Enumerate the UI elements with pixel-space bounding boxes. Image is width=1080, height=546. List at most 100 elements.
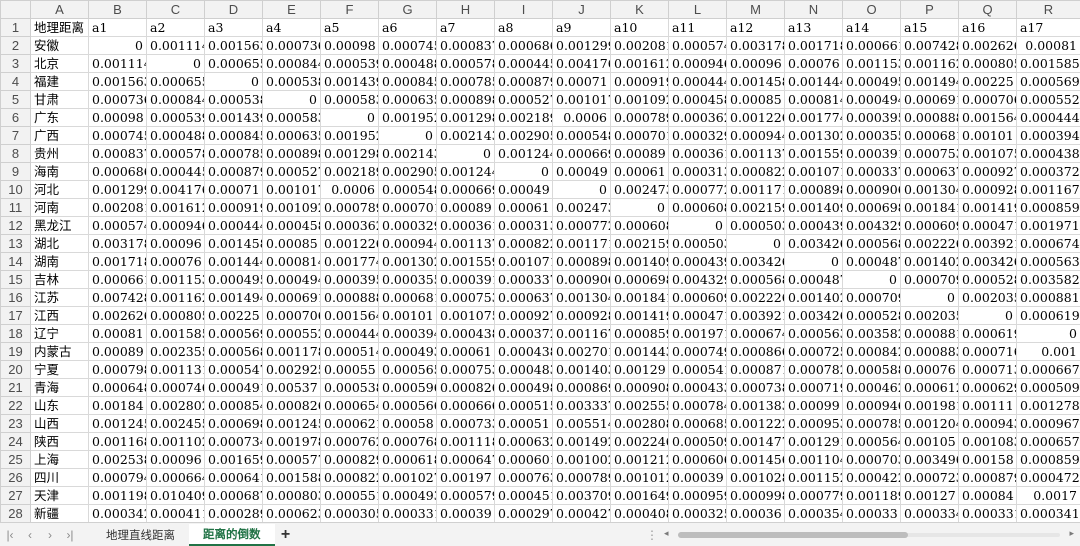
table-cell[interactable]: 0.000334 — [901, 505, 959, 523]
table-cell[interactable]: 0.007428 — [901, 37, 959, 55]
table-cell[interactable]: 0.000753 — [437, 289, 495, 307]
table-cell[interactable]: 0.000944 — [379, 235, 437, 253]
table-cell[interactable]: 0.000881 — [1017, 289, 1080, 307]
table-cell[interactable]: 0.004176 — [553, 55, 611, 73]
table-cell[interactable]: 0.000361 — [669, 145, 727, 163]
table-cell[interactable]: 河北 — [31, 181, 89, 199]
table-cell[interactable]: 0.003582 — [843, 325, 901, 343]
table-cell[interactable]: 0.000654 — [321, 397, 379, 415]
table-cell[interactable]: 0.000609 — [901, 217, 959, 235]
table-cell[interactable]: 0.000927 — [959, 163, 1017, 181]
table-cell[interactable]: 0.000538 — [205, 91, 263, 109]
scrollbar-thumb[interactable] — [678, 532, 908, 538]
table-cell[interactable]: 0.000355 — [843, 127, 901, 145]
table-cell[interactable]: 0.000826 — [437, 379, 495, 397]
row-header[interactable]: 6 — [1, 109, 31, 127]
table-cell[interactable]: 0.001298 — [321, 145, 379, 163]
table-cell[interactable]: 0.001302 — [785, 127, 843, 145]
table-cell[interactable]: 0.000583 — [321, 91, 379, 109]
table-cell[interactable]: 0.001952 — [321, 127, 379, 145]
table-cell[interactable]: 0.001971 — [1017, 217, 1080, 235]
table-cell[interactable]: 0.00225 — [205, 307, 263, 325]
table-cell[interactable]: 湖北 — [31, 235, 89, 253]
row-header[interactable]: 5 — [1, 91, 31, 109]
table-cell[interactable]: 0.001718 — [785, 37, 843, 55]
table-cell[interactable]: 0.00076 — [785, 55, 843, 73]
table-cell[interactable]: 0.010409 — [147, 487, 205, 505]
table-cell[interactable]: 0.000779 — [785, 487, 843, 505]
table-cell[interactable]: 0.001244 — [437, 163, 495, 181]
table-cell[interactable]: 0.000826 — [263, 397, 321, 415]
table-cell[interactable]: 0.000361 — [437, 217, 495, 235]
table-cell[interactable]: 0.000608 — [669, 199, 727, 217]
column-header-p[interactable]: P — [901, 1, 959, 19]
table-cell[interactable]: 0.001299 — [89, 181, 147, 199]
column-header-l[interactable]: L — [669, 1, 727, 19]
table-cell[interactable]: 0.001104 — [785, 451, 843, 469]
table-cell[interactable]: 0.002905 — [379, 163, 437, 181]
table-cell[interactable]: 0.000515 — [495, 397, 553, 415]
table-cell[interactable]: 0.004176 — [147, 181, 205, 199]
table-cell[interactable]: 江苏 — [31, 289, 89, 307]
table-cell[interactable]: 0.000433 — [669, 379, 727, 397]
table-cell[interactable]: a11 — [669, 19, 727, 37]
table-cell[interactable]: 四川 — [31, 469, 89, 487]
table-cell[interactable]: 0.000313 — [495, 217, 553, 235]
table-cell[interactable]: 0.000503 — [727, 217, 785, 235]
table-cell[interactable]: 0.000498 — [495, 379, 553, 397]
table-cell[interactable]: 0.000789 — [611, 109, 669, 127]
table-cell[interactable]: 甘肃 — [31, 91, 89, 109]
table-cell[interactable]: 0.00076 — [901, 361, 959, 379]
table-cell[interactable]: 内蒙古 — [31, 343, 89, 361]
row-header[interactable]: 24 — [1, 433, 31, 451]
table-cell[interactable]: 0.003426 — [959, 253, 1017, 271]
table-cell[interactable]: 0 — [959, 307, 1017, 325]
table-cell[interactable]: 0.002035 — [959, 289, 1017, 307]
table-cell[interactable]: 0.000583 — [263, 109, 321, 127]
row-header[interactable]: 1 — [1, 19, 31, 37]
table-cell[interactable]: a15 — [901, 19, 959, 37]
table-cell[interactable]: 0.000666 — [437, 397, 495, 415]
column-header-h[interactable]: H — [437, 1, 495, 19]
table-cell[interactable]: 0.000753 — [437, 361, 495, 379]
table-cell[interactable]: 0.002473 — [553, 199, 611, 217]
table-cell[interactable]: 0.000998 — [727, 487, 785, 505]
table-cell[interactable]: 0.00111 — [959, 397, 1017, 415]
table-cell[interactable]: 0.000444 — [669, 73, 727, 91]
table-cell[interactable]: a6 — [379, 19, 437, 37]
table-cell[interactable]: 0.003178 — [727, 37, 785, 55]
table-cell[interactable]: 0.001439 — [205, 109, 263, 127]
table-cell[interactable]: 0.001092 — [611, 91, 669, 109]
table-cell[interactable]: 0.000578 — [147, 145, 205, 163]
table-cell[interactable]: 0.000785 — [437, 73, 495, 91]
table-cell[interactable]: 0.000438 — [495, 343, 553, 361]
table-cell[interactable]: 0.000879 — [959, 469, 1017, 487]
table-cell[interactable]: 0.000888 — [321, 289, 379, 307]
table-cell[interactable]: 0.000805 — [959, 55, 1017, 73]
table-cell[interactable]: 0 — [147, 55, 205, 73]
table-cell[interactable]: 0.001178 — [263, 343, 321, 361]
row-header[interactable]: 10 — [1, 181, 31, 199]
table-cell[interactable]: 山西 — [31, 415, 89, 433]
row-header[interactable]: 14 — [1, 253, 31, 271]
table-cell[interactable]: 0.000548 — [553, 127, 611, 145]
table-cell[interactable]: 0.000539 — [147, 109, 205, 127]
table-cell[interactable]: 0.00055 — [321, 361, 379, 379]
table-cell[interactable]: 0.001152 — [785, 469, 843, 487]
table-cell[interactable]: 0.001304 — [553, 289, 611, 307]
table-cell[interactable]: 0.000629 — [959, 379, 1017, 397]
table-cell[interactable]: 0.001171 — [727, 181, 785, 199]
table-cell[interactable]: 0.000879 — [205, 163, 263, 181]
table-cell[interactable]: 0.00061 — [437, 343, 495, 361]
table-cell[interactable]: 0.001278 — [1017, 397, 1080, 415]
table-cell[interactable]: 0.000736 — [263, 37, 321, 55]
table-cell[interactable]: 0.000601 — [495, 451, 553, 469]
table-cell[interactable]: 0.000618 — [379, 451, 437, 469]
table-cell[interactable]: 0.000297 — [495, 505, 553, 523]
table-cell[interactable]: 0.000698 — [843, 199, 901, 217]
table-cell[interactable]: 0.001226 — [727, 109, 785, 127]
table-cell[interactable]: 0.001588 — [263, 469, 321, 487]
scroll-left-icon[interactable]: ◂ — [664, 528, 669, 539]
table-cell[interactable]: 0.000763 — [495, 469, 553, 487]
column-header-r[interactable]: R — [1017, 1, 1080, 19]
